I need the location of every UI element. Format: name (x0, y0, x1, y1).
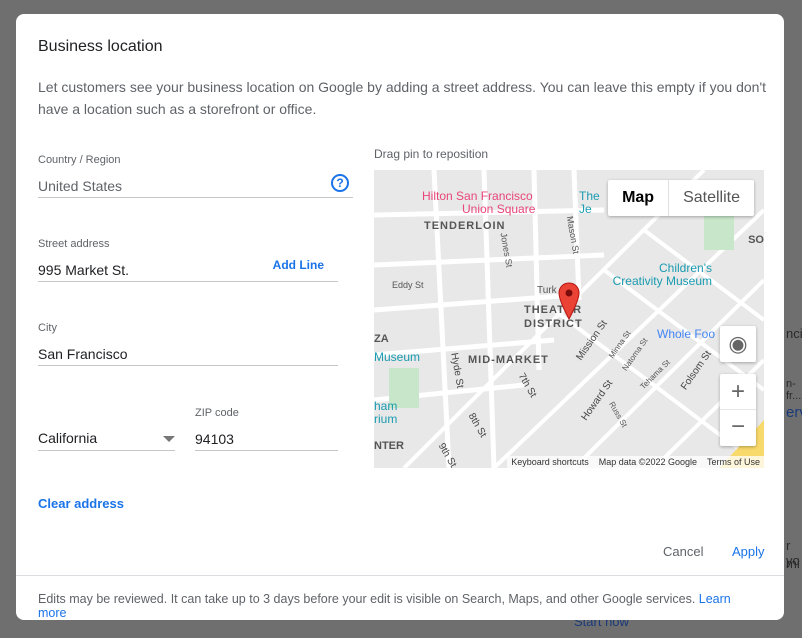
zip-label: ZIP code (195, 407, 239, 419)
street-value: 995 Market St. (38, 262, 130, 278)
dialog-title: Business location (38, 38, 163, 55)
cancel-button[interactable]: Cancel (663, 544, 703, 559)
bg-text: ncis (786, 326, 802, 341)
add-line-button[interactable]: Add Line (273, 258, 324, 272)
map-label: The Je (579, 189, 600, 216)
terms-of-use-link[interactable]: Terms of Use (707, 457, 760, 467)
map-label: ZA (374, 333, 389, 345)
clear-address-button[interactable]: Clear address (38, 496, 124, 511)
zoom-in-button[interactable]: + (720, 374, 756, 410)
map-pin-icon[interactable] (557, 282, 581, 320)
zip-code-field[interactable]: ZIP code 94103 (195, 407, 338, 451)
country-label: Country / Region (38, 154, 121, 166)
street-address-field[interactable]: Street address 995 Market St. Add Line (38, 238, 338, 282)
map-label: Eddy St (392, 280, 424, 290)
map-data-text: Map data ©2022 Google (598, 457, 697, 467)
map-label: ham rium (374, 399, 398, 426)
state-select[interactable]: California (38, 406, 175, 451)
map-type-satellite-button[interactable]: Satellite (669, 180, 754, 216)
zoom-out-button[interactable]: − (720, 410, 756, 446)
map-label: Children's Creativity Museum (612, 261, 712, 288)
dialog-description: Let customers see your business location… (38, 79, 766, 117)
map-label: Museum (374, 350, 421, 364)
business-location-dialog: Business location Let customers see your… (16, 14, 784, 620)
zoom-control: + − (720, 374, 756, 446)
map-hint: Drag pin to reposition (374, 147, 489, 161)
map-type-control: Map Satellite (608, 180, 754, 216)
dialog-footer: Edits may be reviewed. It can take up to… (16, 575, 784, 620)
my-location-button[interactable]: ◉ (720, 326, 756, 362)
map-attribution: Keyboard shortcuts Map data ©2022 Google… (507, 456, 764, 468)
map-label: MID-MARKET (468, 354, 549, 366)
apply-button[interactable]: Apply (732, 544, 765, 559)
street-label: Street address (38, 238, 110, 250)
bg-text: erv (786, 404, 802, 421)
map-label: Hilton San Francisco Union Square (422, 189, 536, 216)
state-value: California (38, 430, 98, 446)
map-label: Turk (537, 285, 557, 296)
help-circle-icon[interactable]: ? (331, 174, 349, 192)
keyboard-shortcuts-link[interactable]: Keyboard shortcuts (511, 457, 589, 467)
map-label: SO (748, 234, 764, 246)
map-label: TENDERLOIN (424, 220, 506, 232)
country-value: United States (38, 178, 123, 194)
map[interactable]: Hilton San Francisco Union Square The Je T… (374, 170, 764, 468)
map-type-map-button[interactable]: Map (608, 180, 670, 216)
bg-text: n-fr... (786, 378, 802, 402)
country-field[interactable]: Country / Region United States ? (38, 154, 353, 198)
city-label: City (38, 322, 57, 334)
crosshair-icon: ◉ (728, 331, 748, 356)
map-label: NTER (374, 440, 404, 452)
footer-text: Edits may be reviewed. It can take up to… (38, 592, 696, 606)
city-field[interactable]: City San Francisco (38, 322, 338, 366)
city-value: San Francisco (38, 346, 128, 362)
dropdown-arrow-icon (163, 436, 175, 442)
zip-value: 94103 (195, 431, 234, 447)
map-label: Whole Foo (657, 327, 716, 341)
bg-text: mi (786, 556, 800, 571)
